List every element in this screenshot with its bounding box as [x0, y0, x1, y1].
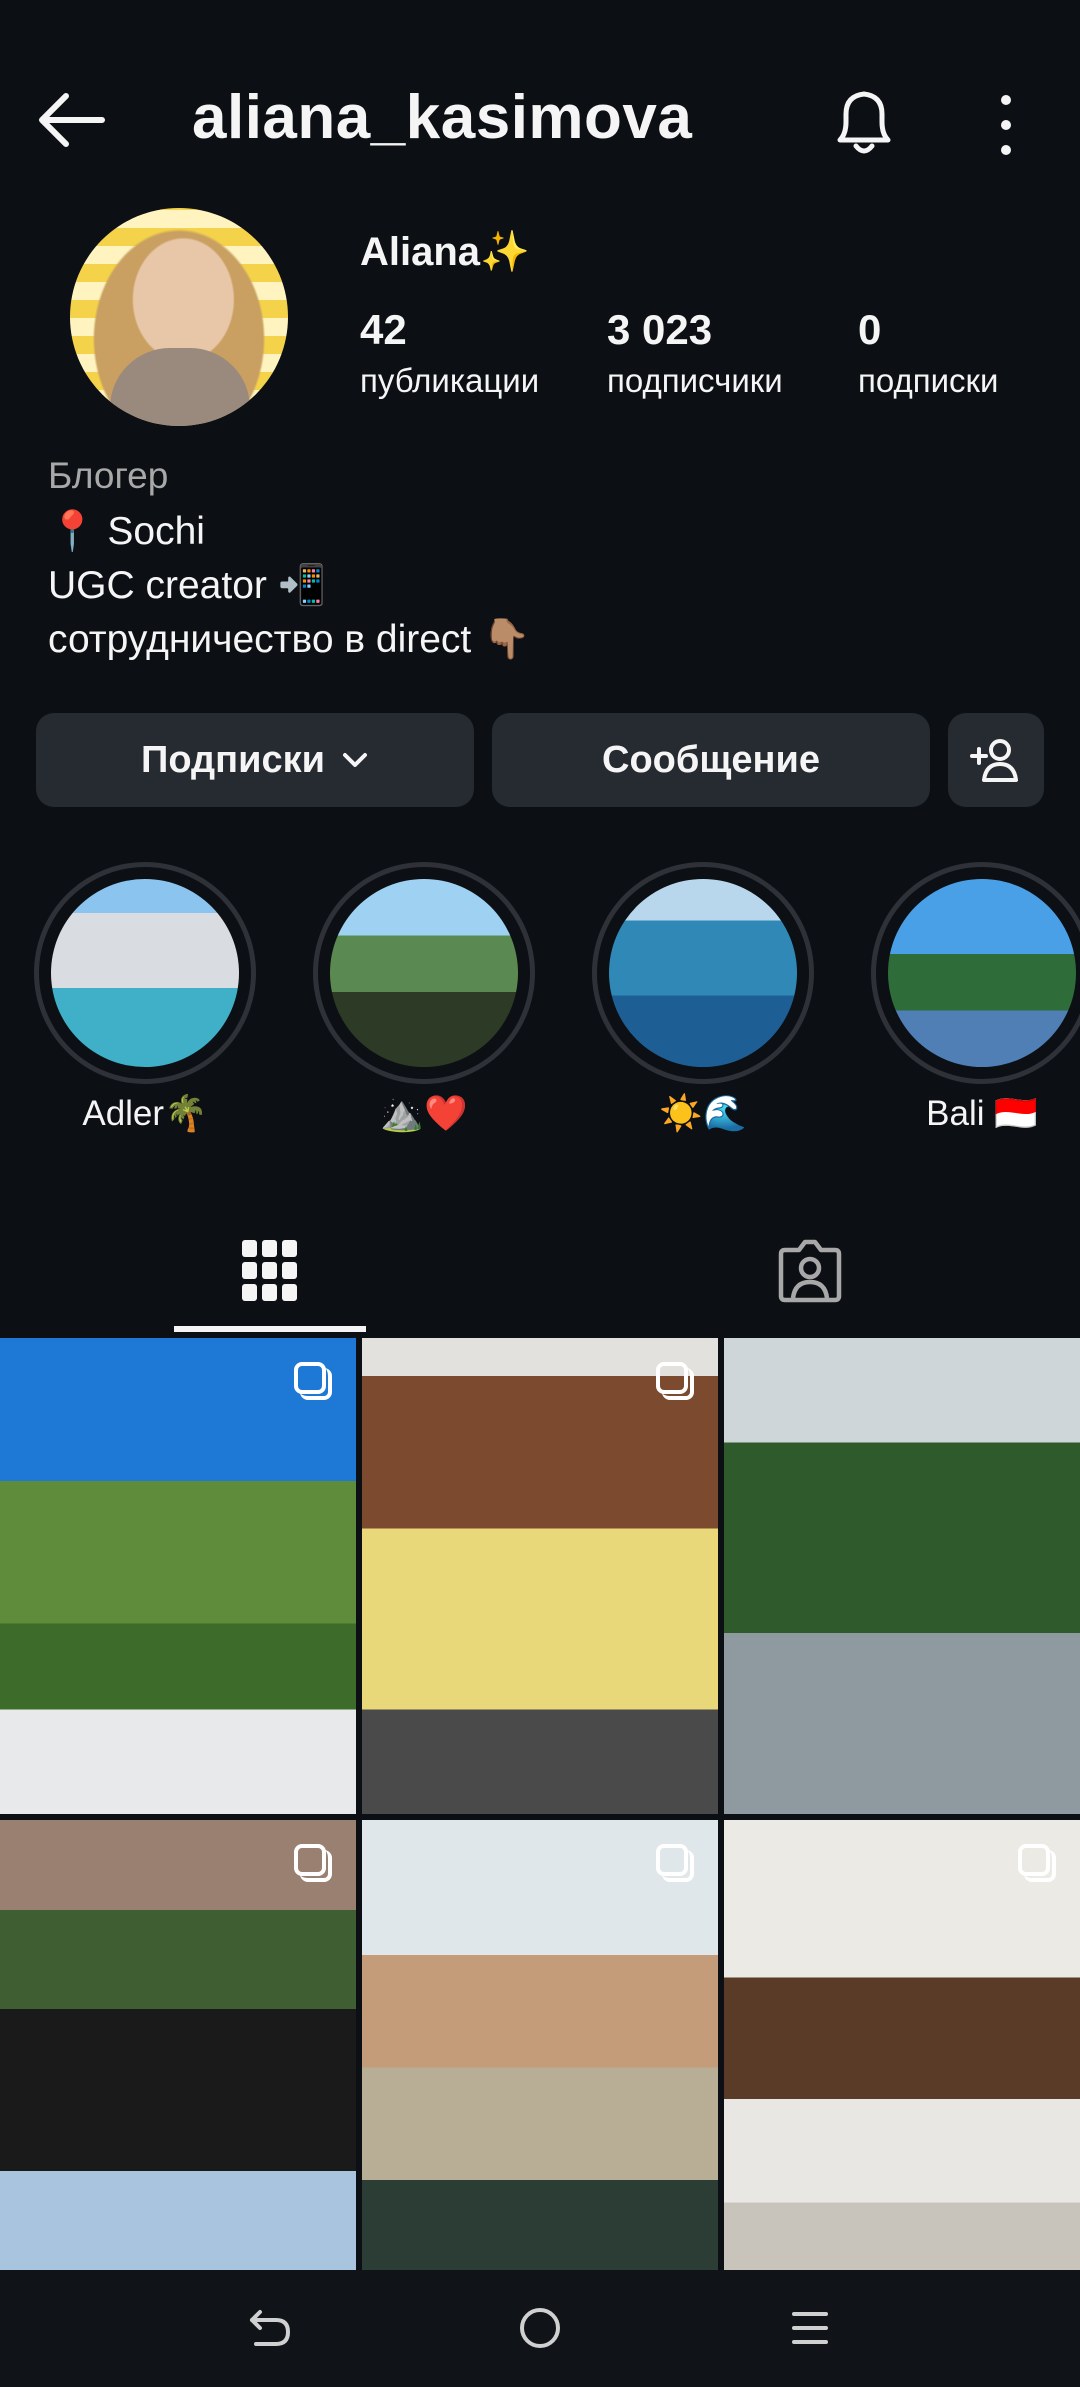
nav-recents-icon	[792, 2312, 828, 2344]
tagged-person-icon	[778, 1239, 842, 1303]
message-button-label: Сообщение	[602, 738, 820, 781]
following-button-label: Подписки	[141, 738, 325, 781]
chevron-down-icon	[341, 743, 369, 777]
post-tile[interactable]	[0, 1338, 356, 1814]
bell-icon	[837, 91, 891, 154]
stat-followers-value: 3 023	[607, 306, 713, 353]
stat-followers-label: подписчики	[607, 362, 783, 399]
stat-posts-label: публикации	[360, 362, 540, 399]
highlight-cover	[51, 879, 239, 1067]
highlight-label: Adler🌴	[82, 1094, 208, 1133]
post-tile[interactable]	[0, 1820, 356, 2270]
post-tile[interactable]	[724, 1820, 1080, 2270]
bio-location: 📍 Sochi	[48, 510, 205, 553]
highlight-bali[interactable]	[871, 862, 1080, 1084]
tab-tagged[interactable]	[540, 1208, 1080, 1334]
nav-back-icon	[250, 2310, 291, 2346]
profile-username: aliana_kasimova	[192, 83, 693, 152]
more-vertical-icon	[1001, 95, 1011, 155]
highlight-label: ⛰️❤️	[380, 1094, 468, 1133]
highlight-label: ☀️🌊	[659, 1094, 747, 1133]
multiple-photos-icon	[294, 1362, 334, 1402]
multiple-photos-icon	[1018, 1844, 1058, 1884]
stat-following-label: подписки	[858, 362, 999, 399]
highlight-cover	[888, 879, 1076, 1067]
stat-following[interactable]: 0 подписки	[858, 306, 998, 400]
highlight-cover	[609, 879, 797, 1067]
bio-line: UGC creator 📲	[48, 564, 327, 607]
highlight-cover	[330, 879, 518, 1067]
display-name: Aliana✨	[360, 230, 530, 274]
following-button[interactable]: Подписки	[36, 713, 474, 807]
nav-home-icon	[520, 2308, 560, 2348]
active-tab-indicator	[174, 1326, 366, 1332]
post-tile[interactable]	[362, 1820, 718, 2270]
nav-back-button[interactable]	[210, 2290, 330, 2366]
post-tile[interactable]	[724, 1338, 1080, 1814]
bio-line: сотрудничество в direct 👇🏽	[48, 618, 531, 661]
nav-home-button[interactable]	[480, 2290, 600, 2366]
add-person-icon	[970, 739, 1018, 782]
avatar[interactable]	[70, 208, 288, 426]
profile-header: aliana_kasimova	[0, 60, 1080, 180]
multiple-photos-icon	[656, 1844, 696, 1884]
grid-icon	[242, 1240, 297, 1301]
stat-posts[interactable]: 42 публикации	[360, 306, 539, 400]
bio-category: Блогер	[48, 455, 169, 496]
nav-recents-button[interactable]	[750, 2290, 870, 2366]
post-tile[interactable]	[362, 1338, 718, 1814]
suggest-people-button[interactable]	[948, 713, 1044, 807]
multiple-photos-icon	[656, 1362, 696, 1402]
highlight-adler[interactable]	[34, 862, 256, 1084]
back-button[interactable]	[32, 90, 112, 150]
arrow-left-icon	[39, 93, 105, 147]
highlight-sun-sea[interactable]	[592, 862, 814, 1084]
stat-following-value: 0	[858, 306, 882, 353]
highlight-label: Bali 🇮🇩	[926, 1094, 1038, 1133]
stat-followers[interactable]: 3 023 подписчики	[607, 306, 783, 400]
highlight-mountains[interactable]	[313, 862, 535, 1084]
message-button[interactable]: Сообщение	[492, 713, 930, 807]
multiple-photos-icon	[294, 1844, 334, 1884]
notifications-button[interactable]	[826, 82, 902, 162]
stat-posts-value: 42	[360, 306, 407, 353]
tab-posts-grid[interactable]	[0, 1208, 540, 1334]
more-options-button[interactable]	[982, 90, 1030, 160]
